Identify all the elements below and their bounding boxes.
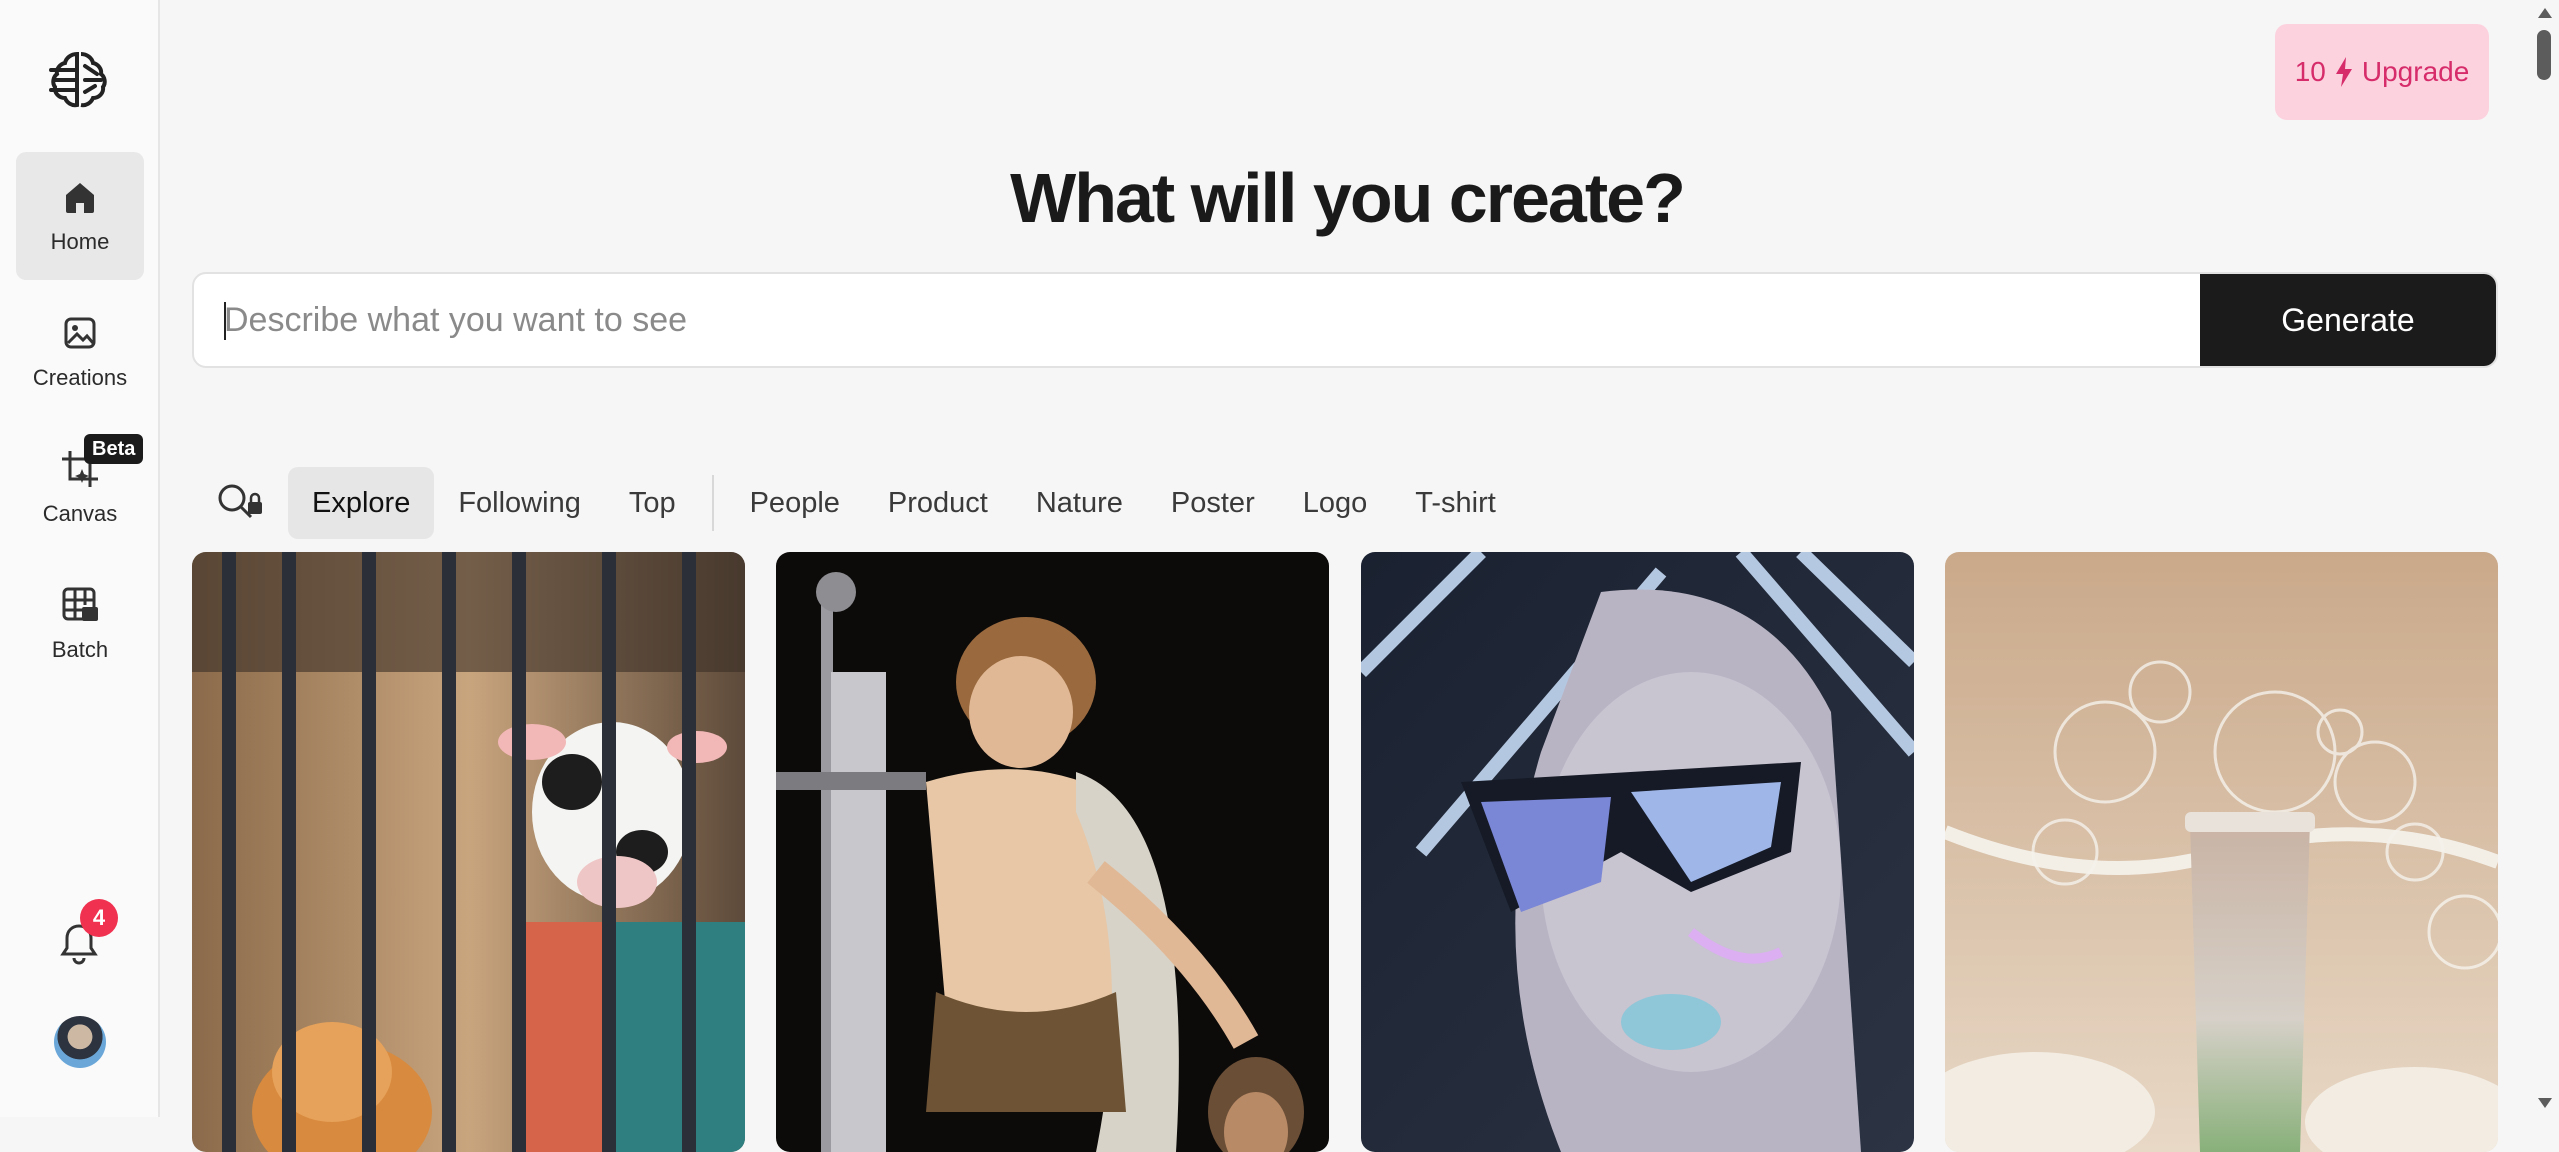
batch-grid-icon <box>60 585 100 625</box>
sidebar-item-label: Creations <box>32 365 128 390</box>
sidebar-item-label: Batch <box>51 637 109 662</box>
scroll-up-arrow-icon[interactable] <box>2537 6 2553 20</box>
tab-explore[interactable]: Explore <box>288 467 435 539</box>
scrollbar-thumb[interactable] <box>2537 30 2551 80</box>
page-title: What will you create? <box>1010 159 1686 237</box>
gallery-card-cow-in-jail[interactable] <box>192 552 745 1152</box>
brain-logo-icon[interactable] <box>47 46 113 112</box>
upgrade-button[interactable]: 10 Upgrade <box>2275 24 2489 120</box>
gallery-card-boy-with-sword[interactable] <box>776 552 1329 1152</box>
lightning-icon <box>2334 57 2354 87</box>
tab-poster[interactable]: Poster <box>1147 467 1279 539</box>
prompt-bar: Generate <box>192 272 2498 368</box>
tab-nature[interactable]: Nature <box>1012 467 1147 539</box>
upgrade-label: Upgrade <box>2361 56 2470 87</box>
sidebar-item-home[interactable]: Home <box>16 152 144 280</box>
tab-divider <box>711 475 714 531</box>
home-icon <box>60 177 100 217</box>
beta-badge: Beta <box>84 434 144 464</box>
tab-top[interactable]: Top <box>605 467 700 539</box>
text-caret <box>224 302 226 340</box>
avatar[interactable] <box>54 1016 106 1068</box>
tab-following[interactable]: Following <box>434 467 605 539</box>
tab-tshirt[interactable]: T-shirt <box>1391 467 1520 539</box>
sidebar-item-label: Home <box>50 229 110 254</box>
scroll-down-arrow-icon[interactable] <box>2537 1096 2553 1110</box>
notification-count-badge: 4 <box>80 899 118 937</box>
sidebar-item-batch[interactable]: Batch <box>16 560 144 688</box>
prompt-input[interactable] <box>194 274 2204 366</box>
scrollbar[interactable] <box>2534 0 2559 1117</box>
sidebar-item-label: Canvas <box>42 501 118 526</box>
generate-button[interactable]: Generate <box>2200 274 2496 366</box>
gallery-card-woman-with-sunglasses[interactable] <box>1361 552 1914 1152</box>
tab-product[interactable]: Product <box>864 467 1012 539</box>
sidebar-item-creations[interactable]: Creations <box>16 288 144 416</box>
sidebar: Home Creations Canvas Beta Batch 4 <box>0 0 160 1117</box>
tab-people[interactable]: People <box>726 467 864 539</box>
gallery-card-cosmetic-tube[interactable] <box>1945 552 2498 1152</box>
image-icon <box>60 313 100 353</box>
filter-tabs: Explore Following Top People Product Nat… <box>192 466 1520 540</box>
credits-count: 10 <box>2294 56 2326 87</box>
search-lock-icon[interactable] <box>212 478 272 528</box>
tab-logo[interactable]: Logo <box>1279 467 1392 539</box>
